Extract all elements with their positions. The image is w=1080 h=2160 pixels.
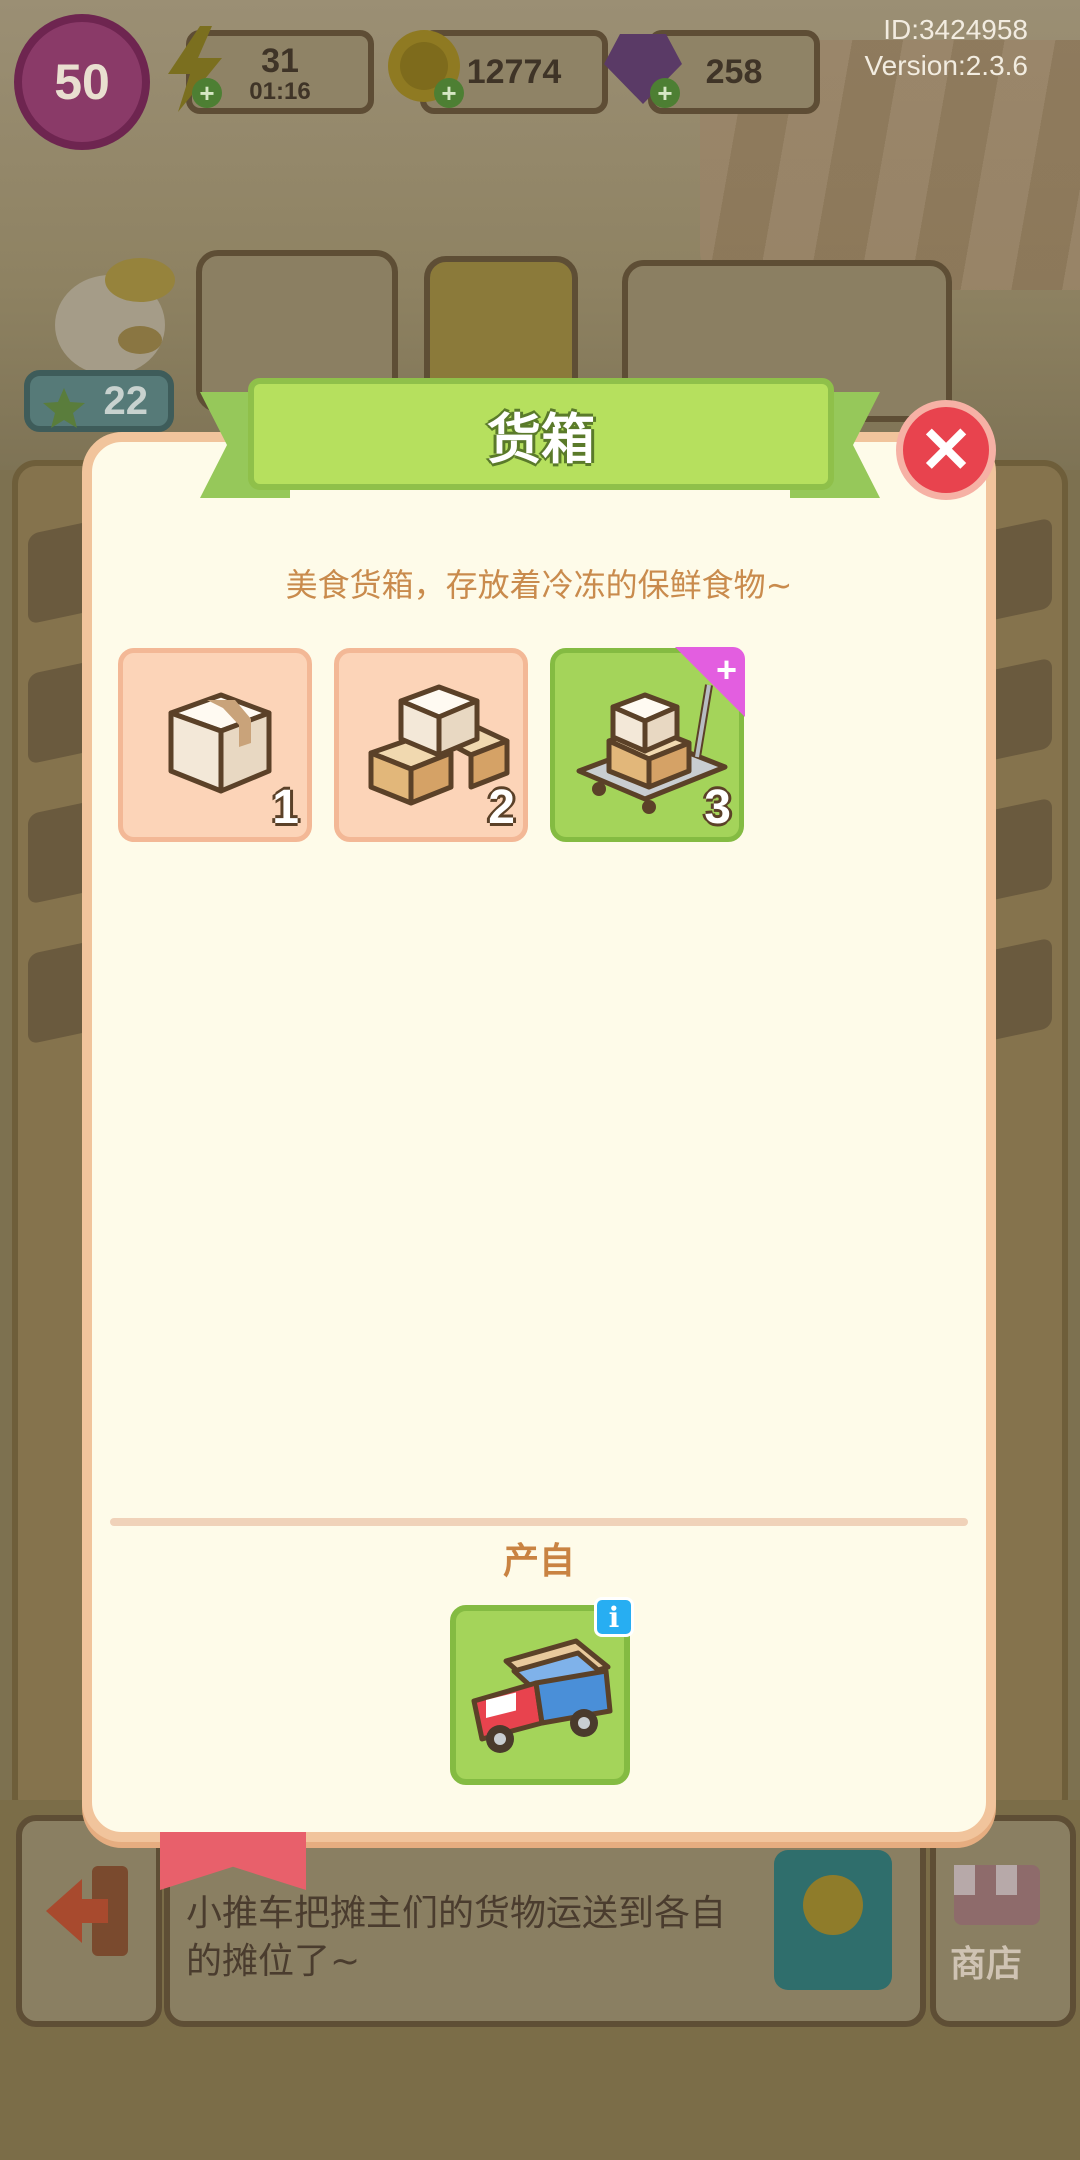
stars-value: 22 (103, 378, 149, 423)
item-level-2[interactable]: 2 (334, 648, 528, 842)
build-info: ID:3424958 Version:2.3.6 (865, 12, 1028, 84)
info-icon[interactable]: i (594, 1597, 634, 1637)
gems-add-button[interactable]: + (650, 78, 680, 108)
shop-icon (954, 1865, 1040, 1925)
stars-counter[interactable]: 22 (24, 370, 174, 432)
coin-icon (803, 1875, 863, 1935)
energy-timer: 01:16 (249, 77, 311, 105)
item-description: 美食货箱，存放着冷冻的保鲜食物~ (285, 566, 793, 604)
version-label: Version:2.3.6 (864, 50, 1028, 81)
plus-icon: + (715, 649, 737, 690)
dialog-title: 货箱 (248, 378, 834, 490)
duck-character-icon (55, 258, 175, 375)
player-level-value: 50 (54, 54, 110, 110)
item-level-1[interactable]: 1 (118, 648, 312, 842)
close-button[interactable]: ✕ (896, 400, 996, 500)
dialog-title-text: 货箱 (487, 407, 595, 471)
energy-value: 31 (261, 41, 299, 80)
player-id: ID:3424958 (883, 14, 1028, 45)
exit-button[interactable] (16, 1815, 162, 2027)
coins-value: 12774 (466, 52, 562, 91)
item-level-label: 3 (704, 781, 731, 834)
gems-value: 258 (705, 52, 763, 91)
shop-label: 商店 (950, 1944, 1023, 1985)
bottom-message: 小推车把摊主们的货物运送到各自的摊位了~ (186, 1893, 727, 1982)
source-label: 产自 (502, 1541, 575, 1582)
single-box-icon (168, 692, 272, 794)
item-level-label: 1 (272, 781, 299, 834)
energy-add-button[interactable]: + (192, 78, 222, 108)
item-level-label: 2 (488, 781, 515, 834)
star-icon (43, 388, 85, 428)
coins-add-button[interactable]: + (434, 78, 464, 108)
coin-reward-panel (774, 1850, 892, 1990)
exit-arrow-icon (46, 1866, 128, 1956)
close-icon: ✕ (919, 413, 973, 486)
item-level-3[interactable]: + 3 (550, 647, 745, 842)
section-divider (110, 1518, 968, 1526)
delivery-truck-icon (471, 1638, 613, 1753)
player-level[interactable]: 50 (14, 14, 150, 150)
